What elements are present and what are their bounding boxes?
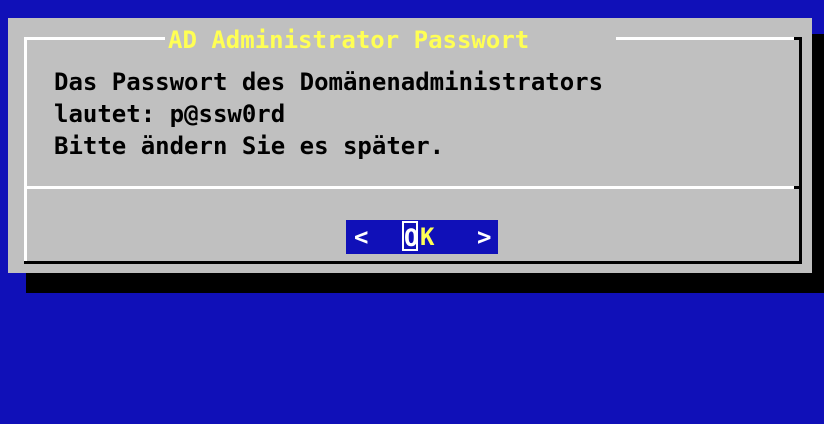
dialog-frame-bottom bbox=[24, 261, 802, 264]
dialog-message: Das Passwort des Domänenadministrators l… bbox=[54, 68, 604, 160]
ok-button[interactable]: < O K > bbox=[346, 220, 498, 254]
ok-button-label: K bbox=[420, 223, 435, 251]
dialog-frame-left bbox=[24, 37, 27, 263]
dialog-title: AD Administrator Passwort bbox=[166, 24, 532, 56]
password-dialog: AD Administrator Passwort Das Passwort d… bbox=[8, 18, 812, 273]
dialog-frame-top-left bbox=[25, 37, 165, 40]
ok-button-right-bracket: > bbox=[477, 223, 492, 251]
ok-button-left-bracket: < bbox=[354, 223, 369, 251]
button-separator bbox=[24, 186, 794, 189]
ok-button-hotkey: O bbox=[402, 221, 418, 252]
button-separator-end bbox=[794, 186, 802, 189]
dialog-frame-right bbox=[799, 37, 802, 263]
dialog-frame-top-right bbox=[616, 37, 794, 40]
